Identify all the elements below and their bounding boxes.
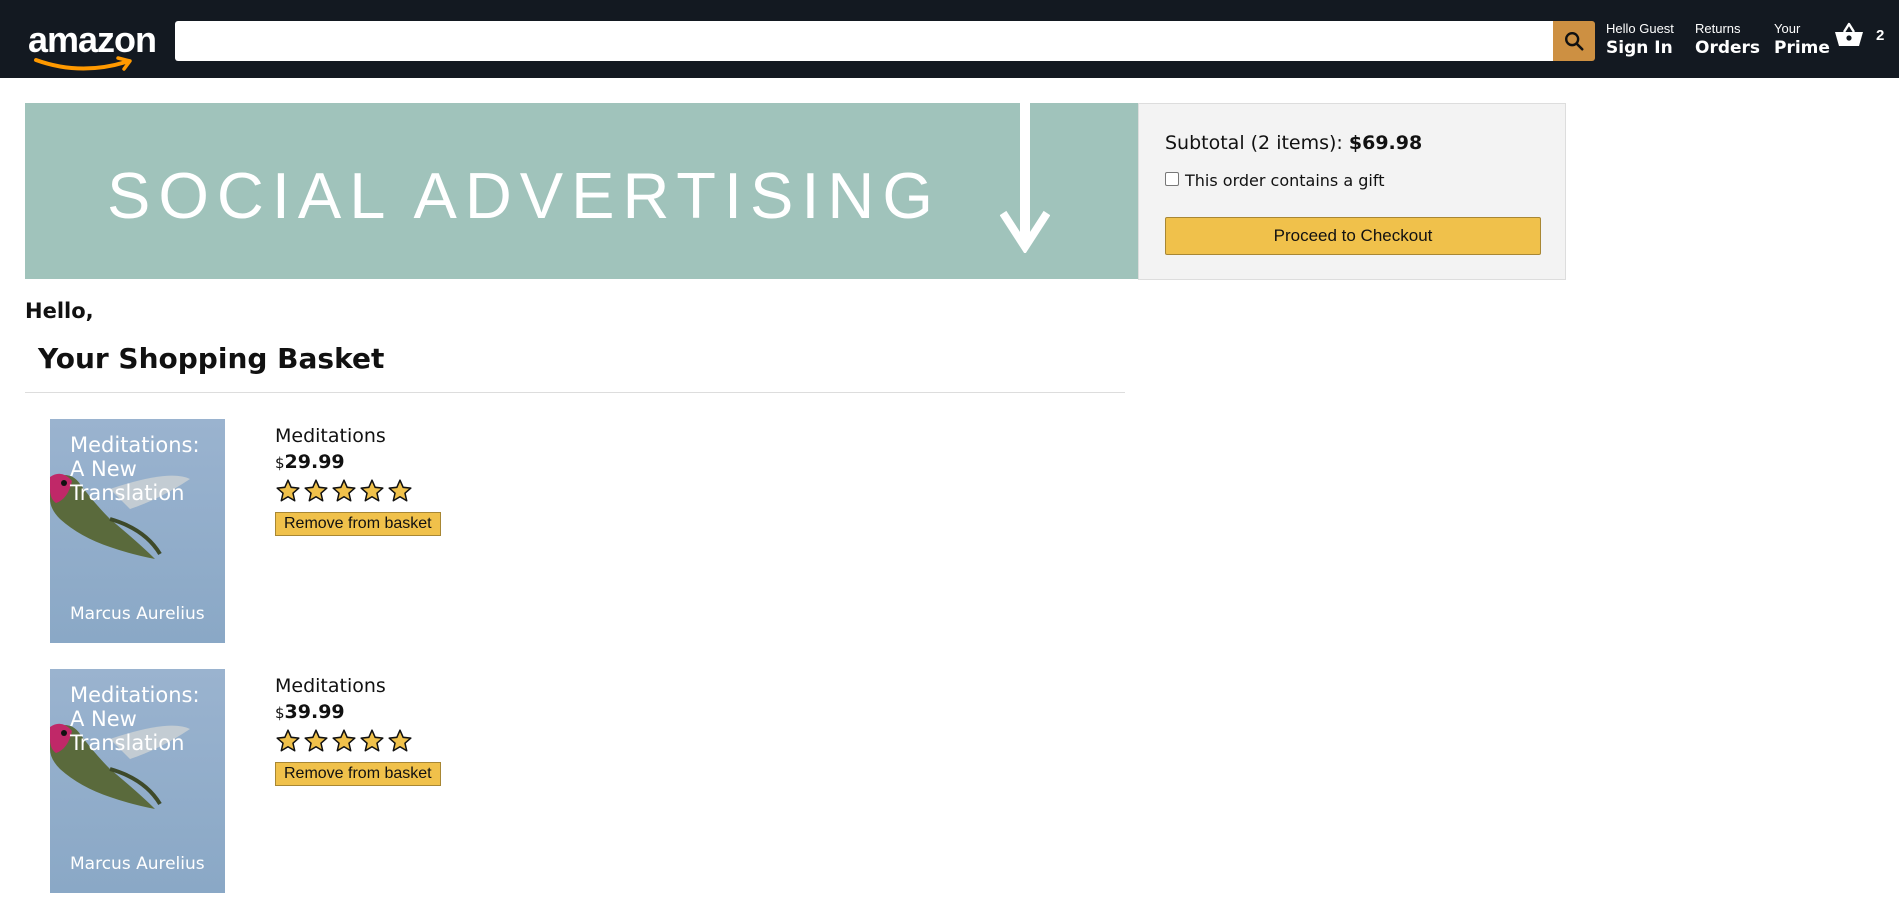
- nav-account-greeting: Hello Guest: [1606, 21, 1674, 36]
- nav-account[interactable]: Hello Guest Sign In: [1606, 21, 1674, 59]
- page-title: Your Shopping Basket: [38, 342, 385, 375]
- gift-label: This order contains a gift: [1185, 171, 1385, 190]
- star-icon: [332, 479, 356, 502]
- gift-option: This order contains a gift: [1165, 171, 1384, 190]
- subtotal-panel: Subtotal (2 items): $69.98 This order co…: [1138, 103, 1566, 280]
- nav-returns-label: Returns: [1695, 21, 1741, 36]
- price-amount: 29.99: [284, 451, 345, 473]
- advertisement-banner[interactable]: SOCIAL ADVERTISING: [25, 103, 1139, 279]
- star-icon: [304, 729, 328, 752]
- basket-count: 2: [1876, 26, 1885, 44]
- search-icon: [1565, 32, 1584, 51]
- top-nav-bar: amazon Hello Guest Sign In Returns Order…: [0, 0, 1899, 78]
- amazon-logo[interactable]: amazon: [28, 19, 157, 71]
- basket-item: Meditations: A New Translation Marcus Au…: [50, 669, 750, 894]
- item-details: Meditations $29.99 Remove from basket: [275, 423, 441, 536]
- book-cover-author: Marcus Aurelius: [70, 604, 205, 624]
- star-icon: [276, 729, 300, 752]
- book-cover-author: Marcus Aurelius: [70, 854, 205, 874]
- nav-orders[interactable]: Returns Orders: [1695, 21, 1760, 59]
- book-cover-title: Meditations: A New Translation: [70, 683, 200, 755]
- logo-text: amazon: [28, 19, 157, 60]
- subtotal-text: Subtotal (2 items): $69.98: [1165, 132, 1422, 154]
- nav-sign-in: Sign In: [1606, 38, 1673, 58]
- basket-item: Meditations: A New Translation Marcus Au…: [50, 419, 750, 644]
- gift-checkbox[interactable]: [1165, 171, 1179, 186]
- remove-from-basket-button[interactable]: Remove from basket: [275, 762, 441, 786]
- proceed-to-checkout-button[interactable]: Proceed to Checkout: [1165, 217, 1541, 255]
- star-rating: [275, 728, 441, 756]
- subtotal-amount: $69.98: [1348, 132, 1423, 154]
- basket-icon: [1835, 22, 1863, 46]
- greeting: Hello,: [25, 299, 94, 323]
- divider: [25, 392, 1125, 393]
- star-icon: [360, 479, 384, 502]
- item-details: Meditations $39.99 Remove from basket: [275, 673, 441, 786]
- item-price: $39.99: [275, 699, 441, 726]
- banner-text: SOCIAL ADVERTISING: [107, 159, 941, 232]
- item-title[interactable]: Meditations: [275, 423, 441, 449]
- smile-arrow-icon: [34, 56, 132, 71]
- price-amount: 39.99: [284, 701, 345, 723]
- star-icon: [360, 729, 384, 752]
- item-title[interactable]: Meditations: [275, 673, 441, 699]
- search-input[interactable]: [175, 21, 1553, 61]
- nav-prime-label: Prime: [1774, 38, 1830, 58]
- star-icon: [332, 729, 356, 752]
- search-button[interactable]: [1553, 21, 1595, 61]
- remove-from-basket-button[interactable]: Remove from basket: [275, 512, 441, 536]
- star-icon: [304, 479, 328, 502]
- star-icon: [388, 729, 412, 752]
- book-cover-title: Meditations: A New Translation: [70, 433, 200, 505]
- basket-link[interactable]: 2: [1834, 22, 1884, 48]
- nav-prime[interactable]: Your Prime: [1774, 21, 1830, 59]
- nav-your-label: Your: [1774, 21, 1801, 36]
- price-currency: $: [275, 704, 285, 722]
- star-rating: [275, 478, 441, 506]
- down-arrow-icon: [1000, 103, 1050, 253]
- star-icon: [276, 479, 300, 502]
- product-image[interactable]: Meditations: A New Translation Marcus Au…: [50, 419, 225, 643]
- price-currency: $: [275, 454, 285, 472]
- item-price: $29.99: [275, 449, 441, 476]
- nav-orders-label: Orders: [1695, 38, 1761, 58]
- subtotal-label: Subtotal (2 items):: [1165, 132, 1343, 154]
- product-image[interactable]: Meditations: A New Translation Marcus Au…: [50, 669, 225, 893]
- star-icon: [388, 479, 412, 502]
